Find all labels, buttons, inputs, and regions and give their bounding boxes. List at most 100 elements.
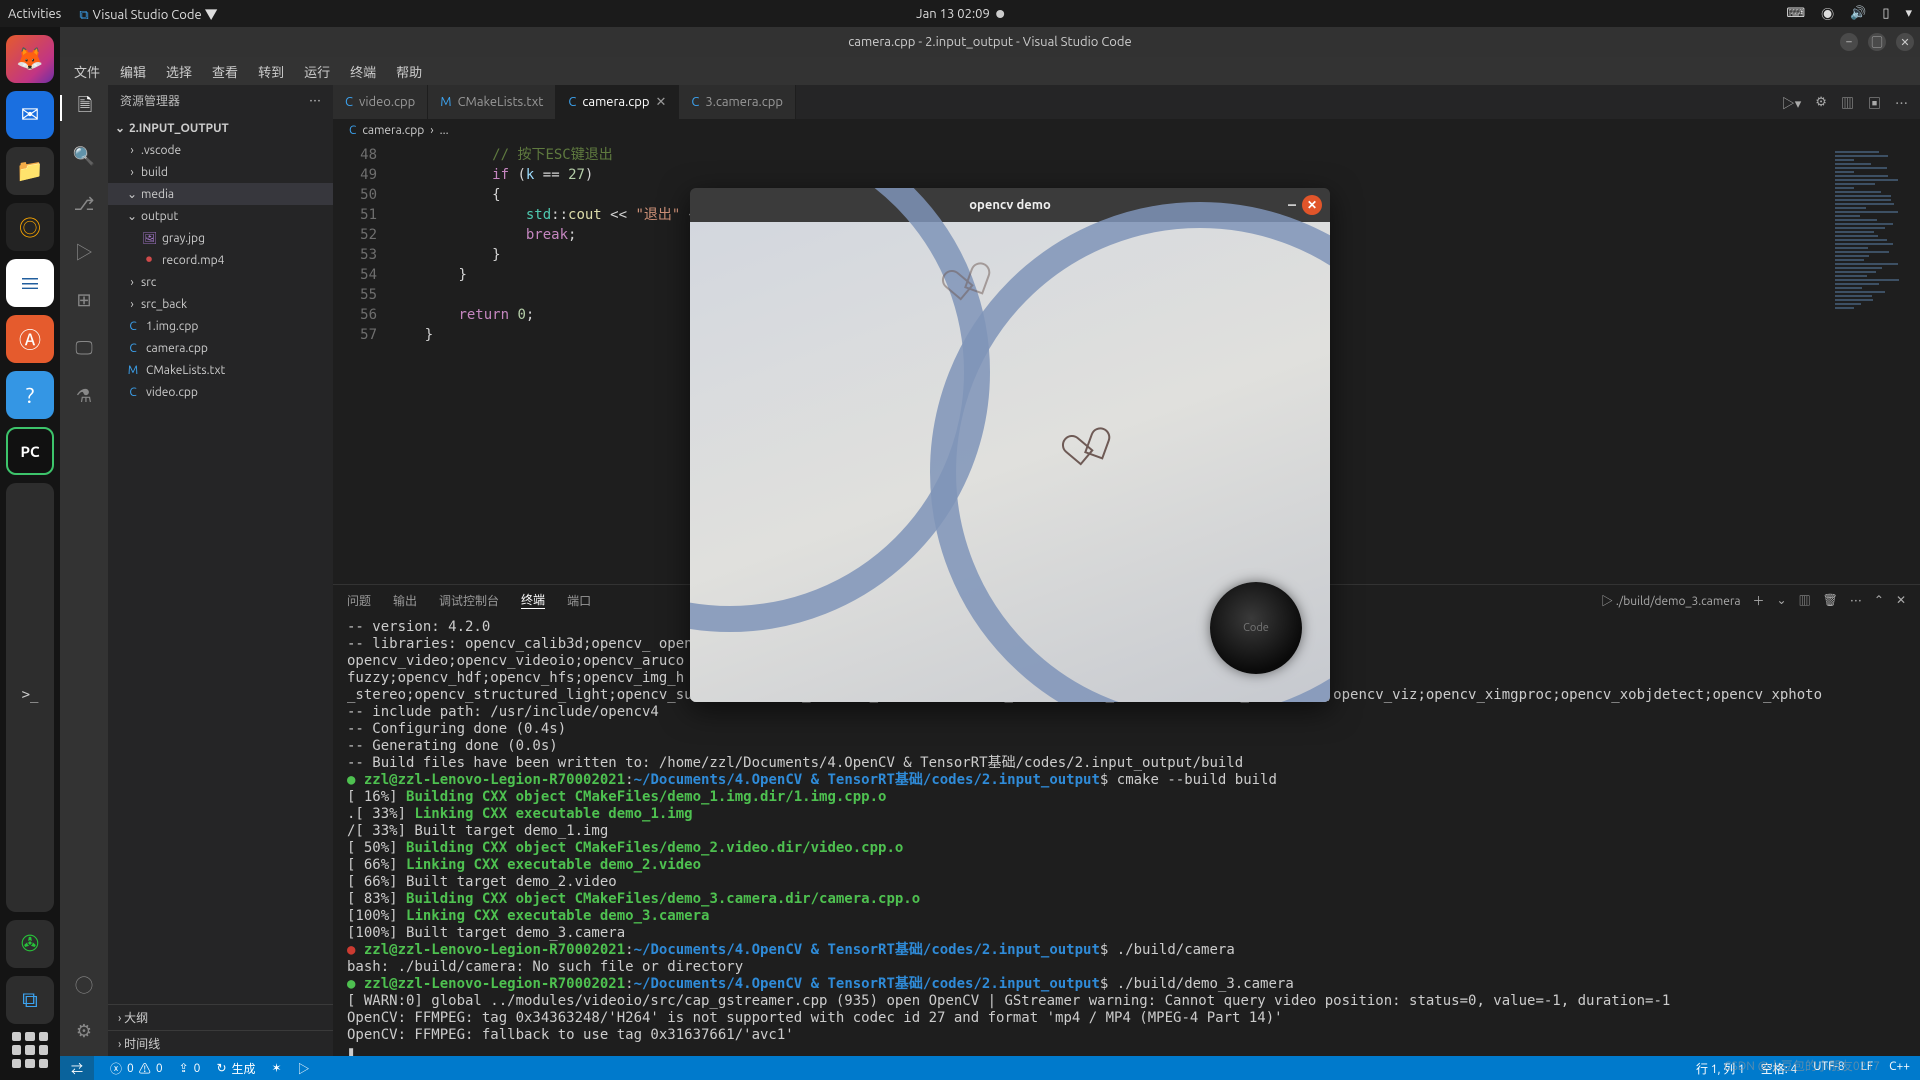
trash-icon[interactable]: 🗑 (1823, 593, 1838, 607)
dock-thunderbird-icon[interactable]: ✉ (6, 91, 54, 139)
close-panel-icon[interactable]: ✕ (1896, 593, 1906, 607)
tree-build[interactable]: ›build (108, 161, 333, 183)
panel-tab-终端[interactable]: 终端 (521, 591, 545, 609)
tree-src[interactable]: ›src (108, 271, 333, 293)
status-build[interactable]: ✶ (272, 1061, 282, 1075)
tree-gray.jpg[interactable]: 🖼gray.jpg (108, 227, 333, 249)
tree-output[interactable]: ⌄output (108, 205, 333, 227)
test-icon[interactable]: ⚗ (71, 383, 97, 409)
dock-terminal-icon[interactable]: >_ (6, 483, 54, 912)
tab-CMakeLists.txt[interactable]: MCMakeLists.txt (428, 85, 556, 119)
dock-rhythmbox-icon[interactable]: ◎ (6, 203, 54, 251)
gear-icon[interactable]: ⚙ (71, 1018, 97, 1044)
minimize-button[interactable]: – (1840, 33, 1858, 51)
tree-CMakeLists.txt[interactable]: MCMakeLists.txt (108, 359, 333, 381)
status-live[interactable]: ↻ 生成 (216, 1060, 255, 1077)
opencv-minimize-icon[interactable]: – (1288, 196, 1296, 214)
status-lang[interactable]: C++ (1889, 1060, 1910, 1077)
menu-终端[interactable]: 终端 (350, 62, 376, 81)
maximize-panel-icon[interactable]: ⌃ (1874, 593, 1884, 607)
dock-software-icon[interactable]: Ⓐ (6, 315, 54, 363)
close-tab-icon[interactable]: ✕ (655, 95, 666, 110)
volume-icon[interactable]: 🔊 (1850, 6, 1866, 21)
opencv-video-frame: Code (690, 222, 1330, 702)
split-editor-icon[interactable]: ▥ (1841, 93, 1854, 112)
status-ports[interactable]: ⇪ 0 (179, 1061, 201, 1075)
split-terminal-icon[interactable]: ▥ (1799, 592, 1811, 609)
search-icon[interactable]: 🔍 (71, 143, 97, 169)
tree-record.mp4[interactable]: ⏺record.mp4 (108, 249, 333, 271)
panel-tab-输出[interactable]: 输出 (393, 592, 417, 609)
new-terminal-icon[interactable]: ＋ (1753, 592, 1765, 609)
maximize-button[interactable]: ▢ (1868, 33, 1886, 51)
tree-media[interactable]: ⌄media (108, 183, 333, 205)
root-folder[interactable]: ⌄2.INPUT_OUTPUT (108, 117, 333, 139)
tab-camera.cpp[interactable]: Ccamera.cpp✕ (556, 85, 679, 119)
keyboard-icon[interactable]: ⌨ (1786, 6, 1805, 21)
dock-help-icon[interactable]: ? (6, 371, 54, 419)
minimap[interactable] (1830, 141, 1920, 584)
remote-icon[interactable]: 🖵 (71, 335, 97, 361)
close-button[interactable]: ✕ (1896, 33, 1914, 51)
menu-编辑[interactable]: 编辑 (120, 62, 146, 81)
explorer-icon[interactable]: 🗎 (60, 95, 108, 121)
dock-pycharm-icon[interactable]: PC (6, 427, 54, 475)
dock-libreoffice-icon[interactable]: ≡ (6, 259, 54, 307)
source-control-icon[interactable]: ⎇ (71, 191, 97, 217)
account-icon[interactable]: ◯ (71, 972, 97, 998)
ubuntu-dock: 🦊 ✉ 📁 ◎ ≡ Ⓐ ? PC >_ ✇ ⧉ (0, 27, 60, 1080)
dock-vscode-icon[interactable]: ⧉ (6, 976, 54, 1024)
extensions-icon[interactable]: ⊞ (71, 287, 97, 313)
activities-button[interactable]: Activities (8, 7, 61, 21)
outline-section[interactable]: › 大纲 (108, 1004, 333, 1030)
opencv-title-label: opencv demo (969, 198, 1051, 212)
camera-button-icon: Code (1210, 582, 1302, 674)
tree-.vscode[interactable]: ›.vscode (108, 139, 333, 161)
menu-转到[interactable]: 转到 (258, 62, 284, 81)
status-errors[interactable]: ⓧ 0 ⚠ 0 (110, 1060, 163, 1077)
status-run[interactable]: ▷ (298, 1060, 310, 1077)
timeline-section[interactable]: › 时间线 (108, 1030, 333, 1056)
run-dropdown-icon[interactable]: ▷▾ (1782, 93, 1802, 112)
chevron-down-icon[interactable]: ⌄ (1777, 593, 1787, 607)
wifi-icon[interactable]: ◉ (1821, 4, 1834, 23)
panel-tab-端口[interactable]: 端口 (567, 592, 591, 609)
show-apps-button[interactable] (12, 1032, 48, 1068)
tab-more-icon[interactable]: ⋯ (1895, 93, 1908, 112)
vscode-titlebar: camera.cpp - 2.input_output - Visual Stu… (60, 27, 1920, 57)
tab-video.cpp[interactable]: Cvideo.cpp (333, 85, 428, 119)
remote-status-icon[interactable]: ⇄ (60, 1056, 94, 1080)
layout-icon[interactable]: ▣ (1868, 93, 1881, 112)
breadcrumb[interactable]: C camera.cpp › ... (333, 119, 1920, 141)
panel-more-icon[interactable]: ⋯ (1850, 592, 1862, 609)
settings-gear-icon[interactable]: ⚙ (1815, 95, 1827, 110)
menu-查看[interactable]: 查看 (212, 62, 238, 81)
status-bar: ⇄ ⓧ 0 ⚠ 0 ⇪ 0 ↻ 生成 ✶ ▷ 行 1, 列 1 空格: 4 UT… (60, 1056, 1920, 1080)
debug-icon[interactable]: ▷ (71, 239, 97, 265)
sidebar-more-icon[interactable]: ⋯ (309, 92, 321, 109)
tree-src_back[interactable]: ›src_back (108, 293, 333, 315)
dock-wechat-icon[interactable]: ✇ (6, 920, 54, 968)
editor-tabs: Cvideo.cppMCMakeLists.txtCcamera.cpp✕C3.… (333, 85, 1920, 119)
menu-帮助[interactable]: 帮助 (396, 62, 422, 81)
power-menu-icon[interactable]: ▾ (1905, 6, 1912, 21)
clock[interactable]: Jan 13 02:09 (916, 7, 990, 21)
window-title: camera.cpp - 2.input_output - Visual Stu… (848, 35, 1131, 49)
menu-运行[interactable]: 运行 (304, 62, 330, 81)
battery-icon[interactable]: ▯ (1882, 6, 1889, 21)
launch-target[interactable]: ▷ ./build/demo_3.camera (1601, 592, 1740, 609)
dock-files-icon[interactable]: 📁 (6, 147, 54, 195)
panel-tab-调试控制台[interactable]: 调试控制台 (439, 592, 499, 609)
opencv-window: opencv demo – ✕ Code (690, 188, 1330, 702)
panel-tab-问题[interactable]: 问题 (347, 592, 371, 609)
opencv-close-icon[interactable]: ✕ (1302, 195, 1322, 215)
tab-3.camera.cpp[interactable]: C3.camera.cpp (679, 85, 796, 119)
gnome-top-bar: Activities ⧉Visual Studio Code ▼ Jan 13 … (0, 0, 1920, 27)
app-menu[interactable]: ⧉Visual Studio Code ▼ (79, 4, 217, 23)
menu-文件[interactable]: 文件 (74, 62, 100, 81)
tree-video.cpp[interactable]: Cvideo.cpp (108, 381, 333, 403)
menu-选择[interactable]: 选择 (166, 62, 192, 81)
tree-1.img.cpp[interactable]: C1.img.cpp (108, 315, 333, 337)
dock-firefox-icon[interactable]: 🦊 (6, 35, 54, 83)
tree-camera.cpp[interactable]: Ccamera.cpp (108, 337, 333, 359)
